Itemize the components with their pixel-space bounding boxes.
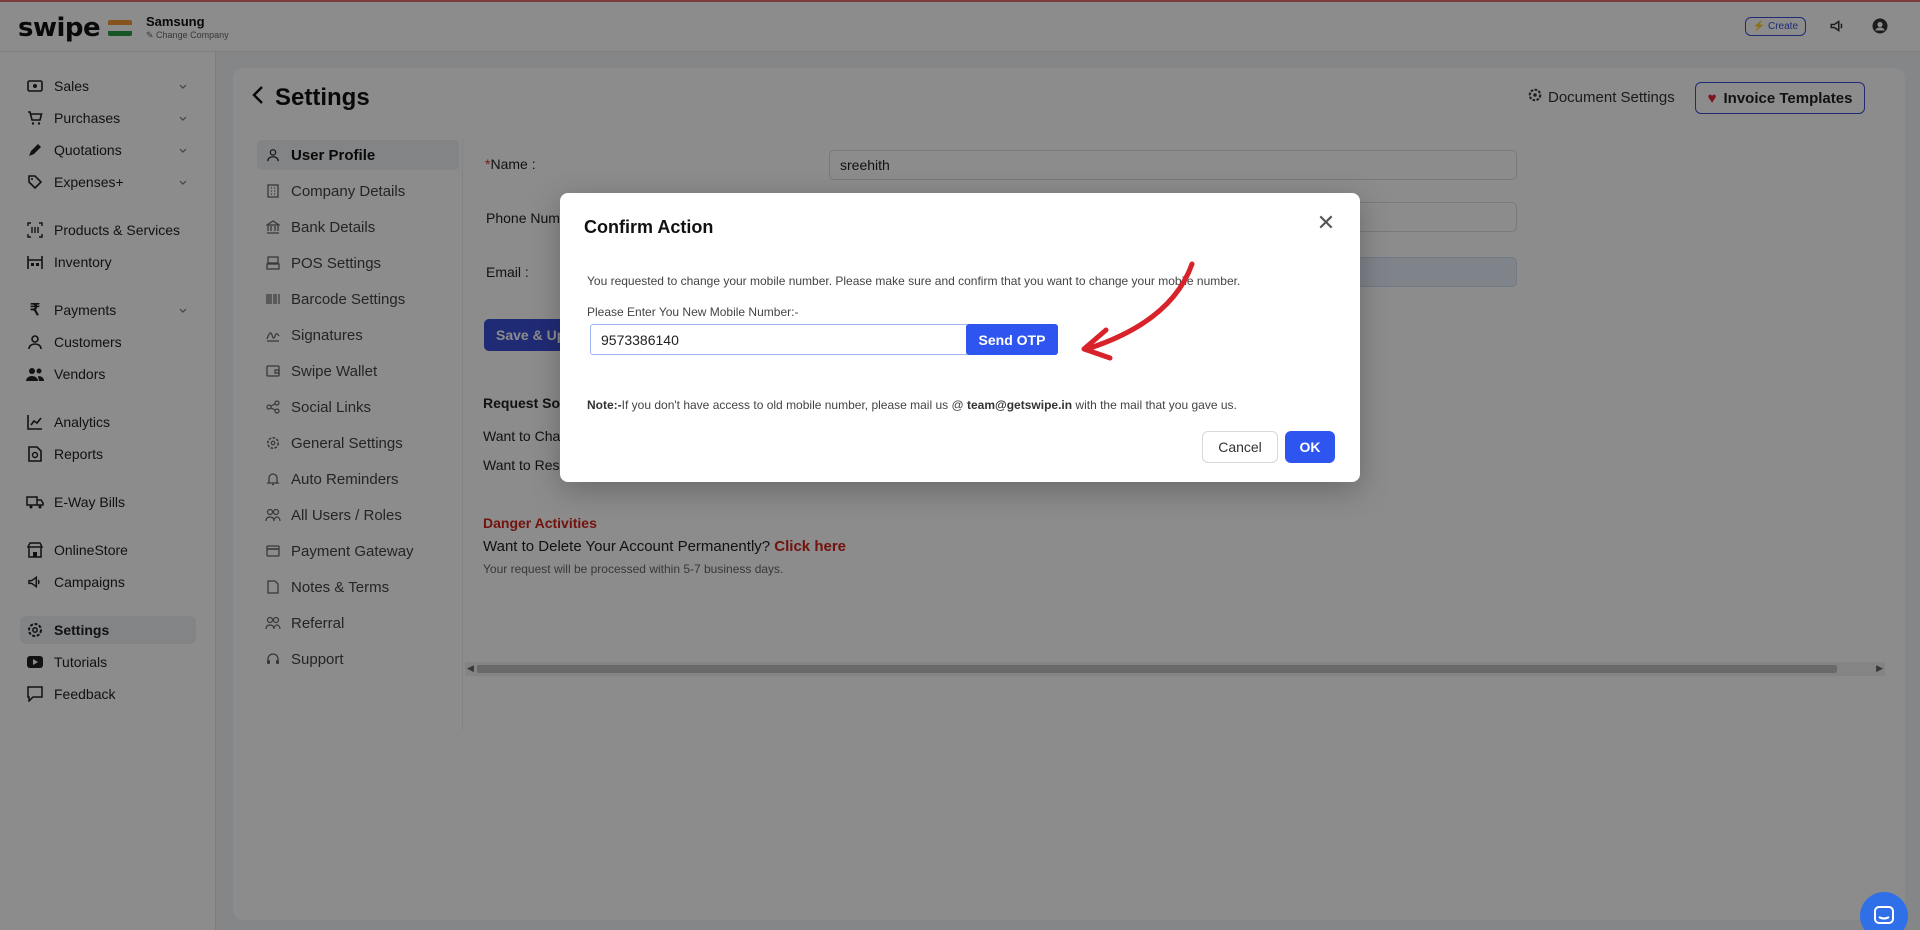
cancel-button[interactable]: Cancel bbox=[1202, 431, 1278, 463]
close-icon[interactable]: ✕ bbox=[1314, 210, 1338, 235]
dialog-note: Note:-If you don't have access to old mo… bbox=[587, 398, 1237, 412]
dialog-title: Confirm Action bbox=[584, 217, 714, 237]
support-email[interactable]: team@getswipe.in bbox=[967, 398, 1072, 412]
send-otp-button[interactable]: Send OTP bbox=[966, 324, 1058, 355]
dialog-description: You requested to change your mobile numb… bbox=[587, 274, 1241, 288]
mobile-number-label: Please Enter You New Mobile Number:- bbox=[587, 305, 799, 319]
ok-button[interactable]: OK bbox=[1285, 431, 1335, 463]
mobile-number-input[interactable]: 9573386140 bbox=[590, 324, 969, 355]
confirm-action-dialog: Confirm Action ✕ You requested to change… bbox=[560, 193, 1360, 482]
